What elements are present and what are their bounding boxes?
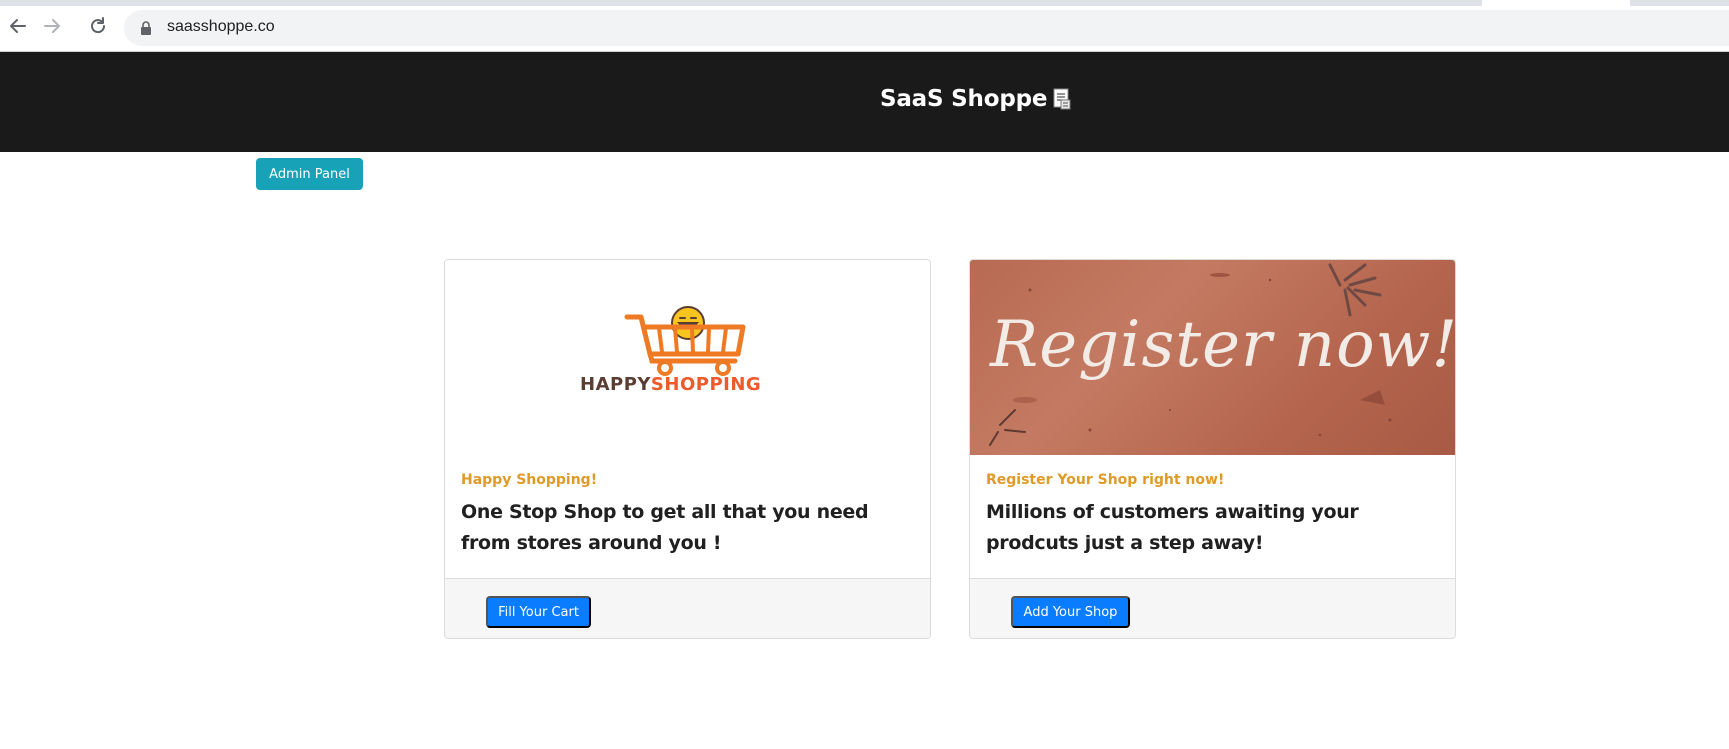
receipt-icon: [1053, 88, 1071, 110]
shopping-cart-icon: [624, 306, 746, 376]
arrow-left-icon: [10, 19, 26, 33]
tab-active[interactable]: [0, 0, 1480, 6]
reload-icon: [91, 17, 106, 34]
url-text[interactable]: saasshoppe.co: [167, 18, 275, 36]
logo-wordmark: HAPPYSHOPPING: [580, 374, 761, 395]
happy-shopping-logo: HAPPYSHOPPING: [445, 260, 930, 455]
tab-strip: [0, 0, 1729, 6]
address-bar[interactable]: saasshoppe.co: [124, 10, 1729, 46]
card-subtitle: Register Your Shop right now!: [986, 472, 1225, 488]
reload-button[interactable]: [84, 12, 112, 40]
card-register-shop: Register now! Register Your Shop right n…: [969, 259, 1456, 639]
card-image: Register now!: [970, 260, 1455, 455]
card-footer: Add Your Shop: [970, 578, 1455, 638]
arrow-right-icon: [44, 19, 60, 33]
admin-panel-button[interactable]: Admin Panel: [256, 158, 363, 190]
card-image: HAPPYSHOPPING: [445, 260, 930, 455]
fill-your-cart-button[interactable]: Fill Your Cart: [486, 596, 591, 628]
site-title[interactable]: SaaS Shoppe: [880, 86, 1071, 112]
back-button[interactable]: [4, 12, 32, 40]
logo-word-shopping: SHOPPING: [650, 374, 762, 395]
tab-gap: [1482, 0, 1630, 6]
card-happy-shopping: HAPPYSHOPPING Happy Shopping! One Stop S…: [444, 259, 931, 639]
card-text: Millions of customers awaiting your prod…: [986, 501, 1359, 554]
add-your-shop-button[interactable]: Add Your Shop: [1011, 596, 1130, 628]
card-body: Register Your Shop right now! Millions o…: [986, 472, 1441, 559]
register-now-image: Register now!: [970, 260, 1455, 455]
browser-chrome: saasshoppe.co: [0, 0, 1729, 52]
site-title-text: SaaS Shoppe: [880, 86, 1048, 112]
card-footer: Fill Your Cart: [445, 578, 930, 638]
lock-icon: [141, 21, 151, 35]
tab-inactive[interactable]: [1632, 0, 1729, 6]
site-header: SaaS Shoppe: [0, 52, 1729, 152]
card-subtitle: Happy Shopping!: [461, 472, 598, 488]
forward-button[interactable]: [38, 12, 66, 40]
register-now-text: Register now!: [990, 308, 1455, 382]
logo-word-happy: HAPPY: [580, 374, 651, 395]
card-text: One Stop Shop to get all that you need f…: [461, 501, 869, 554]
card-body: Happy Shopping! One Stop Shop to get all…: [461, 472, 916, 559]
